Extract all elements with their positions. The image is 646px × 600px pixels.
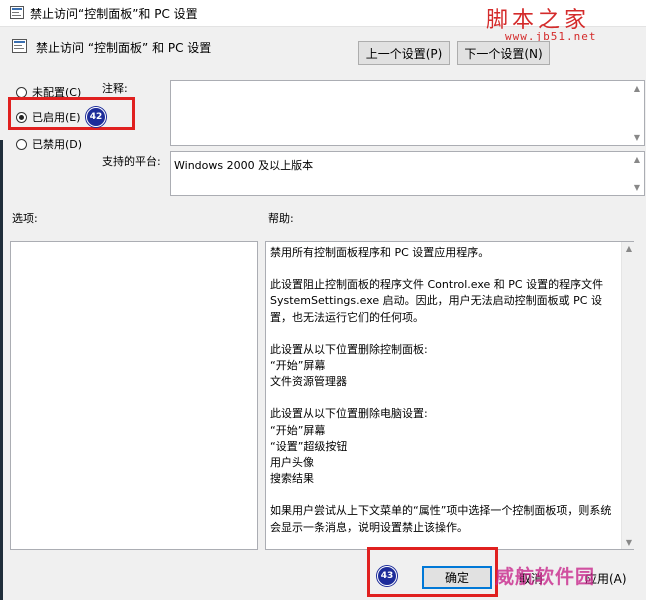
help-paragraph: 禁用所有控制面板程序和 PC 设置应用程序。 bbox=[270, 246, 490, 259]
step-badge-1: 42 bbox=[86, 107, 106, 127]
background-window-edge bbox=[0, 140, 3, 600]
highlight-box-enabled bbox=[8, 97, 135, 130]
help-paragraph: 此设置从以下位置删除电脑设置: “开始”屏幕 “设置”超级按钮 用户头像 搜索结… bbox=[270, 407, 428, 486]
radio-disabled-circle[interactable] bbox=[16, 138, 27, 150]
scroll-up-icon[interactable]: ▲ bbox=[634, 155, 640, 164]
help-paragraph: 此设置从以下位置删除控制面板: “开始”屏幕 文件资源管理器 bbox=[270, 342, 428, 389]
ok-button[interactable]: 确定 bbox=[422, 566, 492, 589]
radio-disabled[interactable]: 已禁用(D) bbox=[16, 136, 82, 152]
radio-not-configured-circle[interactable] bbox=[16, 86, 27, 98]
comment-textarea[interactable]: ▲ ▼ bbox=[170, 80, 645, 146]
window-title: 禁止访问“控制面板”和 PC 设置 bbox=[30, 7, 198, 21]
scroll-up-icon[interactable]: ▲ bbox=[634, 84, 640, 93]
scroll-down-icon[interactable]: ▼ bbox=[634, 133, 640, 142]
options-label: 选项: bbox=[12, 212, 38, 225]
radio-disabled-label: 已禁用(D) bbox=[32, 138, 83, 151]
scroll-up-icon[interactable]: ▲ bbox=[626, 244, 632, 253]
previous-setting-button[interactable]: 上一个设置(P) bbox=[358, 41, 450, 65]
help-label: 帮助: bbox=[268, 212, 294, 225]
platform-value: Windows 2000 及以上版本 bbox=[174, 159, 314, 172]
step-badge-2: 43 bbox=[377, 566, 397, 586]
help-scrollbar[interactable]: ▲ ▼ bbox=[621, 242, 634, 549]
options-panel bbox=[10, 241, 258, 550]
comment-label: 注释: bbox=[102, 82, 128, 95]
help-paragraph: 此设置阻止控制面板的程序文件 Control.exe 和 PC 设置的程序文件 … bbox=[270, 278, 607, 324]
platform-label: 支持的平台: bbox=[102, 155, 161, 168]
watermark-bottom: 威航软件园 bbox=[495, 566, 596, 588]
setting-title: 禁止访问 “控制面板” 和 PC 设置 bbox=[36, 41, 212, 55]
scroll-down-icon[interactable]: ▼ bbox=[634, 183, 640, 192]
help-text: 禁用所有控制面板程序和 PC 设置应用程序。 此设置阻止控制面板的程序文件 Co… bbox=[270, 245, 622, 536]
scroll-down-icon[interactable]: ▼ bbox=[626, 538, 632, 547]
policy-icon bbox=[10, 6, 24, 19]
setting-icon bbox=[12, 39, 27, 53]
next-setting-button[interactable]: 下一个设置(N) bbox=[457, 41, 550, 65]
help-paragraph: 如果用户尝试从上下文菜单的“属性”项中选择一个控制面板项，则系统会显示一条消息，… bbox=[270, 504, 612, 534]
